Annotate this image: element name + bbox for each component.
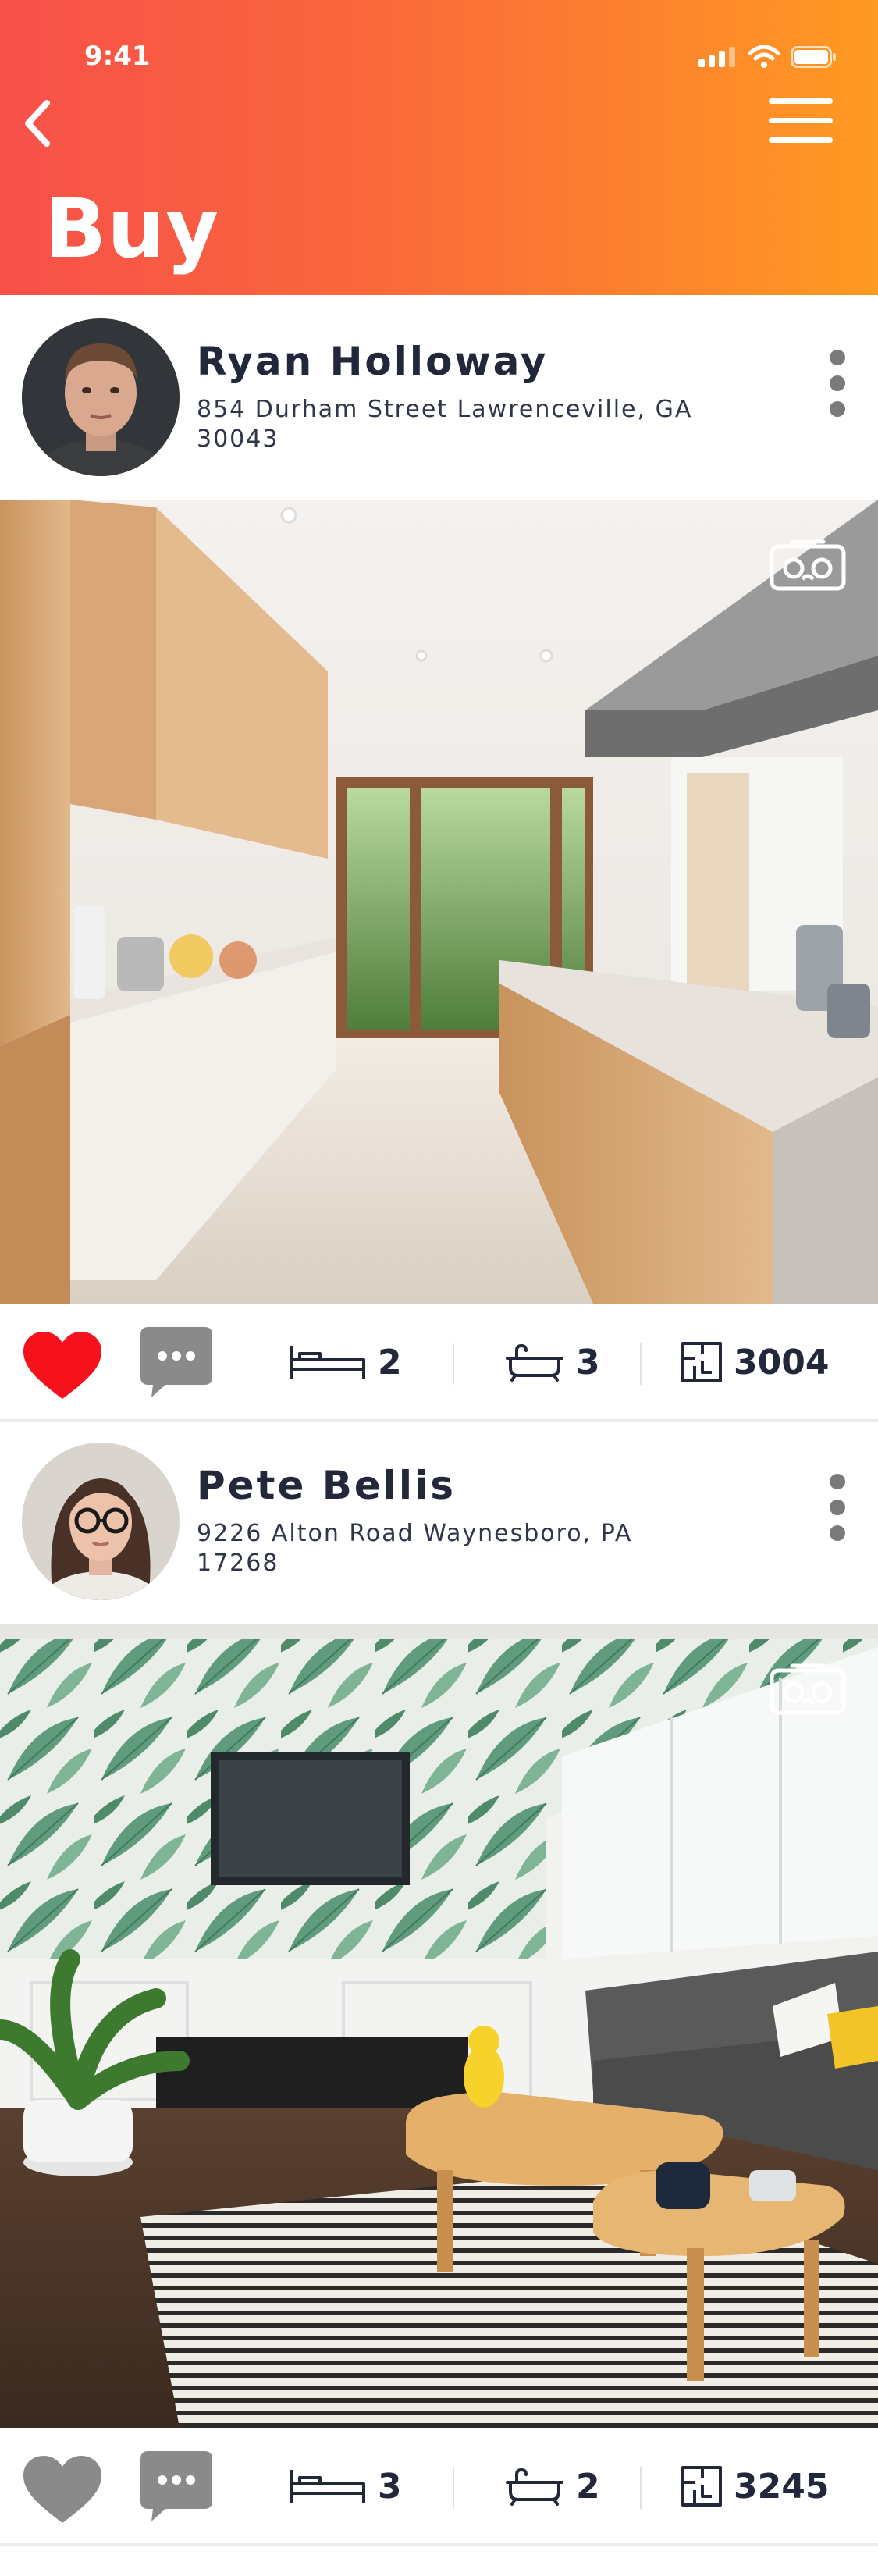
listing-card: Pete Bellis 9226 Alton Road Waynesboro, … (0, 1419, 878, 2546)
chevron-left-icon[interactable] (16, 92, 62, 155)
wifi-icon (748, 45, 780, 68)
baths-count: 2 (576, 2466, 600, 2507)
area-stat: 3004 (681, 1335, 829, 1389)
listing-photo[interactable] (0, 1624, 878, 2428)
owner-address: 9226 Alton Road Waynesboro, PA 17268 (197, 1520, 633, 1577)
bathtub-icon (506, 1344, 563, 1382)
divider (640, 1343, 642, 1385)
more-vertical-icon[interactable] (828, 1474, 847, 1541)
listing-card: Ryan Holloway 854 Durham Street Lawrence… (0, 295, 878, 1422)
divider (453, 1343, 454, 1385)
bed-icon (290, 1346, 365, 1379)
area-stat: 3245 (681, 2459, 829, 2514)
hamburger-menu-icon[interactable] (769, 97, 833, 145)
signal-icon (698, 47, 735, 67)
owner-address: 854 Durham Street Lawrenceville, GA 3004… (197, 396, 693, 453)
avatar[interactable] (22, 318, 180, 476)
vr-headset-icon[interactable] (769, 1663, 847, 1717)
owner-name[interactable]: Pete Bellis (197, 1463, 456, 1508)
beds-stat: 3 (289, 2459, 402, 2514)
vr-headset-icon[interactable] (769, 539, 847, 593)
comment-icon[interactable] (139, 1325, 214, 1399)
living-room-photo (0, 1624, 878, 2428)
listing-photo[interactable] (0, 500, 878, 1304)
listing-actions: 3 2 3245 (0, 2428, 878, 2546)
app-header: 9:41 Buy (0, 0, 878, 295)
page-title: Buy (44, 181, 220, 276)
owner-name[interactable]: Ryan Holloway (197, 339, 548, 384)
status-time: 9:41 (84, 41, 151, 72)
listing-actions: 2 3 3004 (0, 1304, 878, 1422)
comment-icon[interactable] (139, 2450, 214, 2523)
heart-icon[interactable] (22, 2454, 103, 2526)
status-icons (698, 45, 836, 69)
area-value: 3004 (734, 1342, 830, 1382)
battery-icon (791, 46, 836, 68)
beds-count: 2 (378, 1342, 402, 1382)
listing-owner: Ryan Holloway 854 Durham Street Lawrence… (0, 295, 878, 500)
beds-stat: 2 (289, 1335, 402, 1389)
floor-plan-icon (681, 1342, 722, 1382)
baths-stat: 3 (504, 1335, 600, 1389)
kitchen-photo (0, 500, 878, 1304)
baths-stat: 2 (504, 2459, 600, 2514)
bed-icon (290, 2470, 365, 2503)
bathtub-icon (506, 2468, 563, 2506)
baths-count: 3 (576, 1342, 600, 1382)
floor-plan-icon (681, 2466, 722, 2507)
avatar[interactable] (22, 1443, 180, 1600)
heart-icon[interactable] (22, 1330, 103, 1402)
listing-owner: Pete Bellis 9226 Alton Road Waynesboro, … (0, 1419, 878, 1624)
more-vertical-icon[interactable] (828, 350, 847, 417)
divider (640, 2467, 642, 2509)
beds-count: 3 (378, 2466, 402, 2507)
divider (453, 2467, 454, 2509)
area-value: 3245 (734, 2466, 830, 2507)
